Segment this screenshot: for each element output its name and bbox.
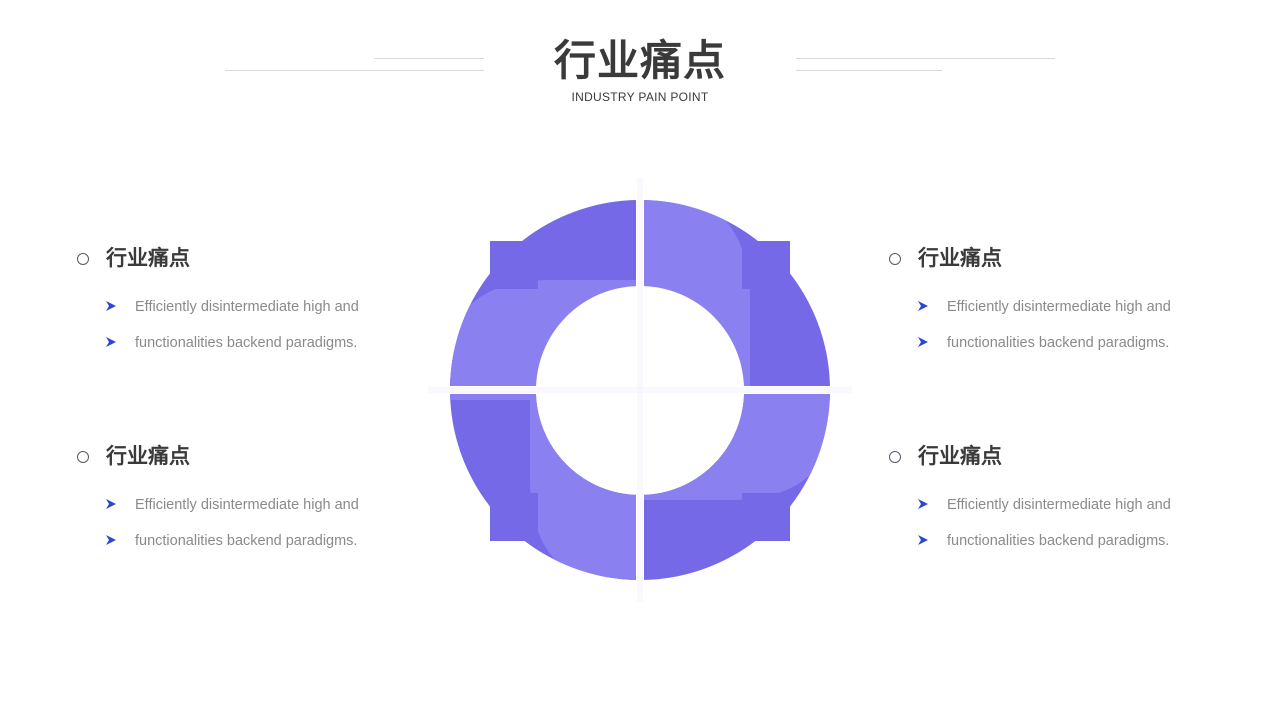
- circle-icon: [889, 253, 901, 265]
- bullet-item: functionalities backend paradigms.: [917, 332, 1177, 355]
- bullet-item: Efficiently disintermediate high and: [917, 296, 1177, 319]
- ring-diagram: [428, 178, 852, 602]
- bullet-item: Efficiently disintermediate high and: [105, 296, 365, 319]
- bullet-text: Efficiently disintermediate high and: [947, 299, 1171, 315]
- arrow-bullet-icon: [106, 301, 116, 311]
- bullet-item: Efficiently disintermediate high and: [917, 494, 1177, 517]
- bullet-text: Efficiently disintermediate high and: [135, 497, 359, 513]
- bullet-text: functionalities backend paradigms.: [135, 335, 358, 351]
- block-title: 行业痛点: [918, 247, 1002, 270]
- pain-point-block-right-top: 行业痛点 Efficiently disintermediate high an…: [889, 246, 1189, 355]
- arrow-bullet-icon: [918, 337, 928, 347]
- bullet-item: functionalities backend paradigms.: [105, 530, 365, 553]
- pain-point-block-left-top: 行业痛点 Efficiently disintermediate high an…: [77, 246, 377, 355]
- pain-point-block-left-bottom: 行业痛点 Efficiently disintermediate high an…: [77, 444, 377, 553]
- separator-horizontal-shadow: [428, 387, 852, 393]
- corner-tab-top-left: [490, 241, 538, 289]
- bullet-text: Efficiently disintermediate high and: [135, 299, 359, 315]
- arrow-bullet-icon: [918, 535, 928, 545]
- block-header: 行业痛点: [889, 246, 1189, 276]
- page-subtitle: INDUSTRY PAIN POINT: [571, 90, 709, 104]
- block-title: 行业痛点: [918, 445, 1002, 468]
- bullet-text: functionalities backend paradigms.: [947, 335, 1170, 351]
- bullet-item: functionalities backend paradigms.: [105, 332, 365, 355]
- corner-tab-bottom-left: [490, 493, 538, 541]
- corner-tab-top-right: [742, 241, 790, 289]
- header: 行业痛点 INDUSTRY PAIN POINT: [0, 0, 1280, 120]
- bullet-item: Efficiently disintermediate high and: [105, 494, 365, 517]
- bullet-text: functionalities backend paradigms.: [135, 533, 358, 549]
- block-header: 行业痛点: [77, 444, 377, 474]
- arrow-bullet-icon: [918, 499, 928, 509]
- arrow-bullet-icon: [106, 535, 116, 545]
- page-title: 行业痛点: [553, 37, 726, 84]
- arrow-bullet-icon: [106, 337, 116, 347]
- circle-icon: [77, 451, 89, 463]
- corner-tab-bottom-right: [742, 493, 790, 541]
- block-title: 行业痛点: [106, 247, 190, 270]
- block-header: 行业痛点: [889, 444, 1189, 474]
- circle-icon: [889, 451, 901, 463]
- bullet-text: Efficiently disintermediate high and: [947, 497, 1171, 513]
- bullet-text: functionalities backend paradigms.: [947, 533, 1170, 549]
- block-title: 行业痛点: [106, 445, 190, 468]
- arrow-bullet-icon: [106, 499, 116, 509]
- circle-icon: [77, 253, 89, 265]
- pain-point-block-right-bottom: 行业痛点 Efficiently disintermediate high an…: [889, 444, 1189, 553]
- bullet-item: functionalities backend paradigms.: [917, 530, 1177, 553]
- block-header: 行业痛点: [77, 246, 377, 276]
- arrow-bullet-icon: [918, 301, 928, 311]
